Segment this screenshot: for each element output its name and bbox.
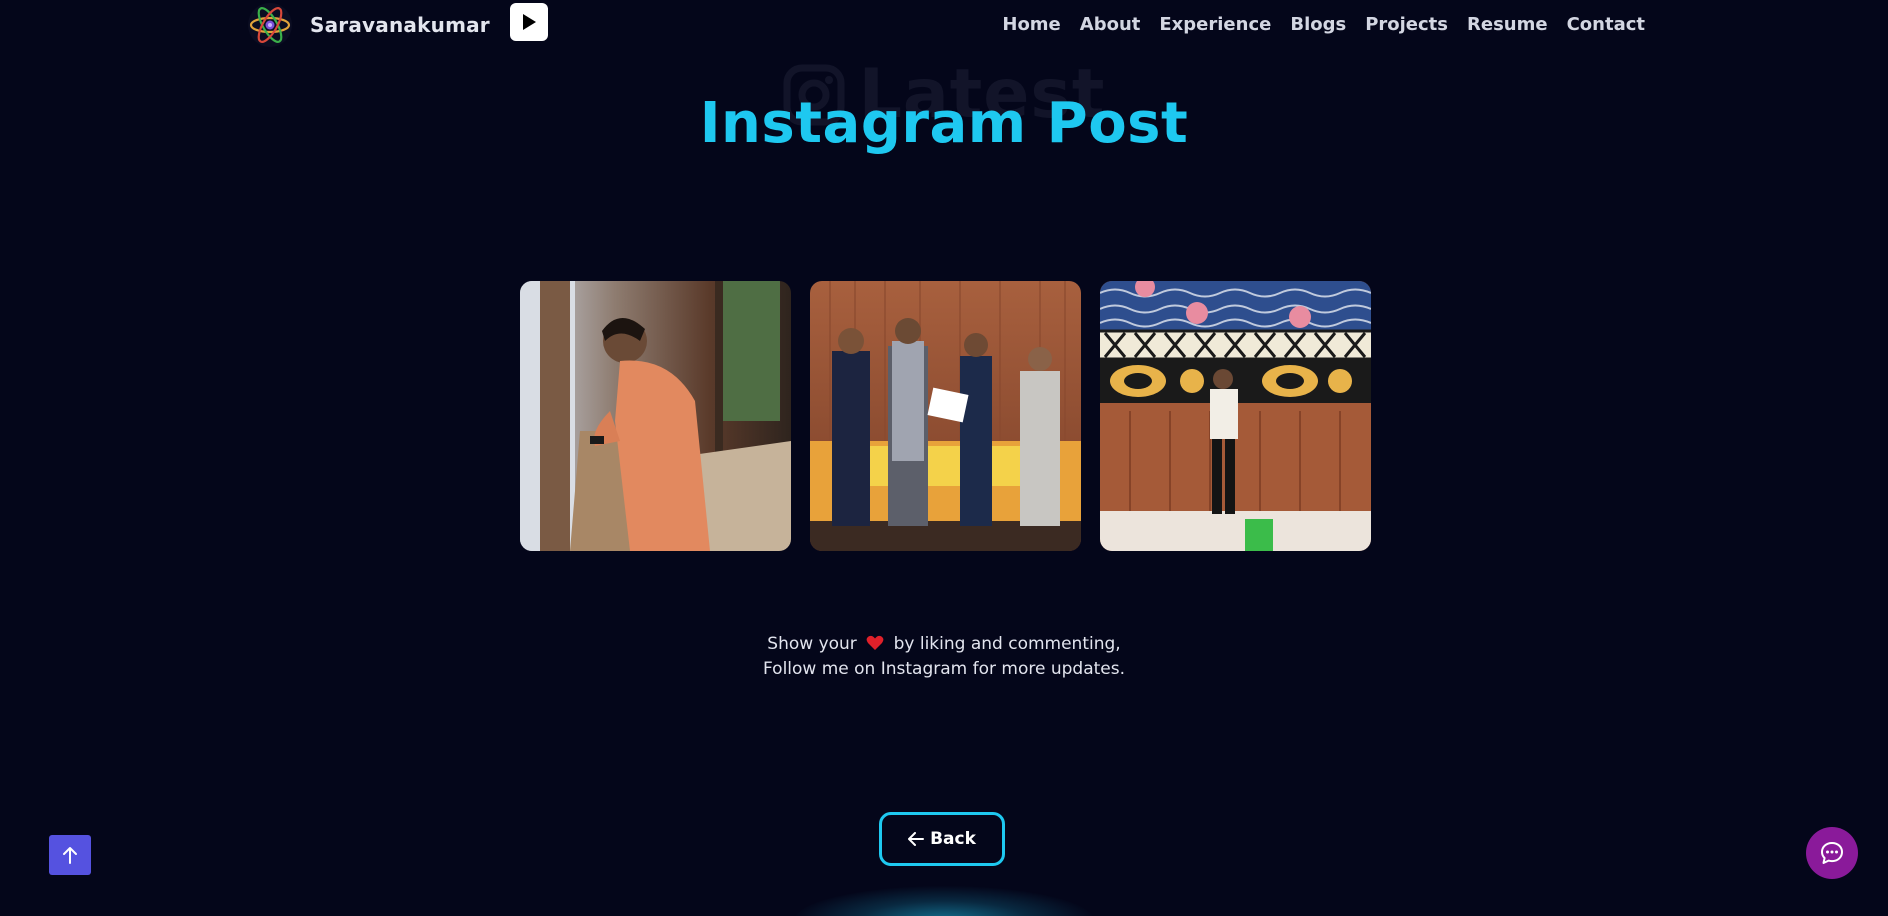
post-man-at-mural[interactable] xyxy=(1100,281,1371,551)
back-button[interactable]: Back xyxy=(879,812,1005,866)
play-icon xyxy=(522,14,536,30)
nav-menu: Home About Experience Blogs Projects Res… xyxy=(1002,14,1645,35)
instagram-gallery xyxy=(520,281,1371,551)
navbar: Saravanakumar Home About Experience Blog… xyxy=(0,0,1888,56)
brand[interactable]: Saravanakumar xyxy=(246,0,548,50)
nav-item-blogs[interactable]: Blogs xyxy=(1290,14,1346,35)
post-image xyxy=(810,281,1081,551)
nav-item-experience[interactable]: Experience xyxy=(1159,14,1271,35)
back-button-label: Back xyxy=(930,829,976,849)
nav-item-contact[interactable]: Contact xyxy=(1567,14,1645,35)
arrow-up-icon xyxy=(63,847,77,864)
scroll-to-top-button[interactable] xyxy=(49,835,91,875)
caption: Show your by liking and commenting, Foll… xyxy=(0,632,1888,682)
caption-line-1: Show your by liking and commenting, xyxy=(0,632,1888,657)
page: Saravanakumar Home About Experience Blog… xyxy=(0,0,1888,916)
caption-text-after: by liking and commenting, xyxy=(893,634,1121,654)
arrow-left-icon xyxy=(908,832,925,846)
post-image xyxy=(520,281,791,551)
brand-name: Saravanakumar xyxy=(310,13,490,37)
nav-item-about[interactable]: About xyxy=(1080,14,1141,35)
nav-item-resume[interactable]: Resume xyxy=(1467,14,1548,35)
caption-text-before: Show your xyxy=(767,634,857,654)
play-button[interactable] xyxy=(509,3,548,41)
chat-bubble-icon xyxy=(1821,842,1843,864)
chat-button[interactable] xyxy=(1806,827,1858,879)
bottom-glow xyxy=(794,886,1094,916)
nav-item-projects[interactable]: Projects xyxy=(1365,14,1448,35)
post-image xyxy=(1100,281,1371,551)
nav-item-home[interactable]: Home xyxy=(1002,14,1060,35)
page-title: Instagram Post xyxy=(699,91,1189,156)
atom-icon xyxy=(248,3,292,47)
caption-line-2: Follow me on Instagram for more updates. xyxy=(763,659,1125,679)
post-award-ceremony[interactable] xyxy=(810,281,1081,551)
heart-icon xyxy=(866,635,884,650)
post-man-at-window[interactable] xyxy=(520,281,791,551)
